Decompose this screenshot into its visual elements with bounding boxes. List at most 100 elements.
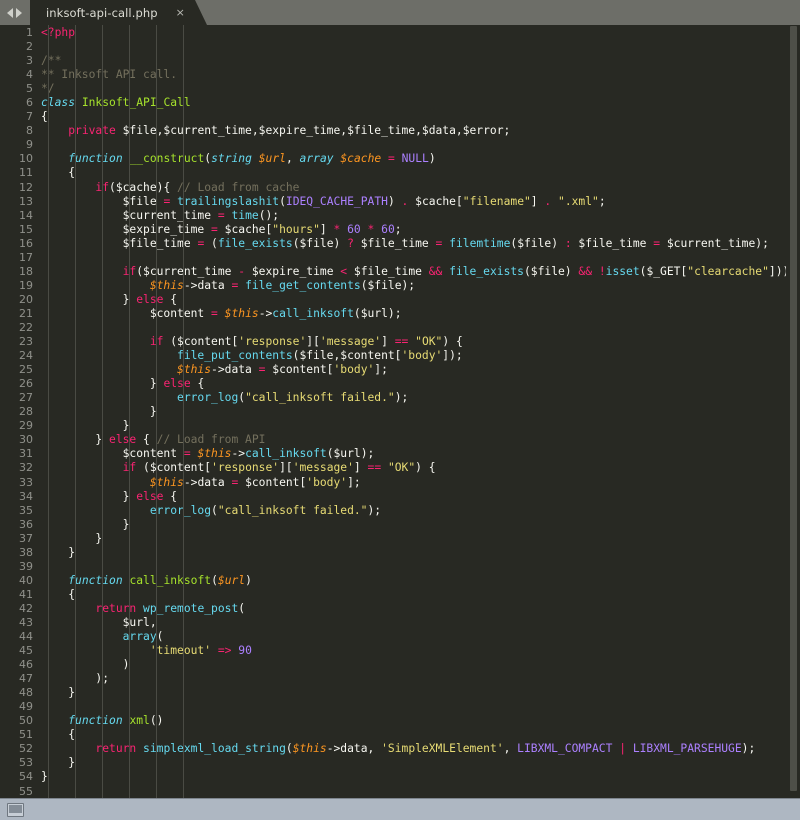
code-line[interactable]: 29 }: [0, 419, 800, 433]
code-line[interactable]: 21 $content = $this->call_inksoft($url);: [0, 307, 800, 321]
code-line[interactable]: 46 ): [0, 658, 800, 672]
code-line[interactable]: 52 return simplexml_load_string($this->d…: [0, 742, 800, 756]
close-icon[interactable]: ×: [176, 7, 185, 18]
code-line[interactable]: 30 } else { // Load from API: [0, 433, 800, 447]
code-line[interactable]: 16 $file_time = (file_exists($file) ? $f…: [0, 237, 800, 251]
code-line[interactable]: 38 }: [0, 546, 800, 560]
code-line[interactable]: 47 );: [0, 672, 800, 686]
code-line[interactable]: 32 if ($content['response']['message'] =…: [0, 461, 800, 475]
code-line[interactable]: 31 $content = $this->call_inksoft($url);: [0, 447, 800, 461]
code-line[interactable]: 12 if($cache){ // Load from cache: [0, 181, 800, 195]
token-param: $this: [197, 447, 232, 461]
code-line[interactable]: 35 error_log("call_inksoft failed.");: [0, 504, 800, 518]
line-number: 34: [19, 489, 33, 503]
code-line[interactable]: 36 }: [0, 518, 800, 532]
code-line[interactable]: 48 }: [0, 686, 800, 700]
token-plain: ($content[: [136, 461, 212, 475]
token-plain: ]: [353, 461, 368, 475]
code-line[interactable]: 8 private $file,$current_time,$expire_ti…: [0, 124, 800, 138]
code-line[interactable]: 53 }: [0, 756, 800, 770]
code-line[interactable]: 6 class Inksoft_API_Call: [0, 96, 800, 110]
tab-inksoft-api-call-php[interactable]: inksoft-api-call.php ×: [30, 0, 207, 25]
code-line[interactable]: 39: [0, 560, 800, 574]
code-line[interactable]: 4 ** Inksoft API call.: [0, 68, 800, 82]
code-line[interactable]: 33 $this->data = $content['body'];: [0, 476, 800, 490]
code-line[interactable]: 50 function xml(): [0, 714, 800, 728]
token-comment: // Load from API: [156, 433, 266, 447]
token-const: LIBXML_COMPACT: [517, 742, 613, 756]
code-line[interactable]: 20 } else {: [0, 293, 800, 307]
code-line[interactable]: 25 $this->data = $content['body'];: [0, 363, 800, 377]
code-line[interactable]: 9: [0, 138, 800, 152]
scrollbar-thumb[interactable]: [790, 26, 797, 792]
token-fn: call_inksoft: [272, 306, 354, 320]
token-plain: $url,: [41, 615, 157, 629]
code-line[interactable]: 44 array(: [0, 630, 800, 644]
line-content: [33, 700, 800, 714]
code-line[interactable]: 23 if ($content['response']['message'] =…: [0, 335, 800, 349]
code-line[interactable]: 18 if($current_time - $expire_time < $fi…: [0, 265, 800, 279]
code-line[interactable]: 40 function call_inksoft($url): [0, 574, 800, 588]
code-line[interactable]: 13 $file = trailingslashit(IDEQ_CACHE_PA…: [0, 195, 800, 209]
code-line[interactable]: 54}: [0, 770, 800, 784]
line-number: 47: [19, 672, 33, 686]
code-line[interactable]: 5*/: [0, 82, 800, 96]
code-line[interactable]: 14 $current_time = time();: [0, 209, 800, 223]
code-line[interactable]: 10 function __construct(string $url, arr…: [0, 152, 800, 166]
code-line[interactable]: 11 {: [0, 166, 800, 180]
triangle-right-icon[interactable]: [16, 7, 22, 18]
code-line[interactable]: 1 <?php: [0, 26, 800, 40]
line-content: $file_time = (file_exists($file) ? $file…: [33, 237, 800, 251]
token-plain: }: [41, 292, 137, 306]
line-number: 31: [19, 447, 33, 461]
code-line[interactable]: 22: [0, 321, 800, 335]
code-line[interactable]: 51 {: [0, 728, 800, 742]
line-number: 33: [19, 475, 33, 489]
code-lines[interactable]: 1<?php2 3/**4** Inksoft API call.5*/6cla…: [0, 25, 800, 798]
token-plain: ) {: [415, 461, 436, 475]
code-line[interactable]: 49: [0, 700, 800, 714]
code-line[interactable]: 7{: [0, 110, 800, 124]
triangle-left-icon[interactable]: [7, 7, 13, 18]
line-content: file_put_contents($file,$content['body']…: [33, 349, 800, 363]
indent-guide: [75, 25, 76, 798]
code-line[interactable]: 2: [0, 40, 800, 54]
token-plain: ->data,: [326, 742, 382, 756]
code-line[interactable]: 43 $url,: [0, 616, 800, 630]
code-line[interactable]: 55: [0, 785, 800, 798]
line-content: ): [33, 658, 800, 672]
window-icon[interactable]: [7, 802, 24, 817]
line-content: {: [33, 728, 800, 742]
vertical-scrollbar[interactable]: [786, 25, 800, 798]
token-const: IDEQ_CACHE_PATH: [285, 194, 388, 208]
code-line[interactable]: 27 error_log("call_inksoft failed.");: [0, 391, 800, 405]
token-kw: ?: [347, 236, 354, 250]
code-editor[interactable]: 1<?php2 3/**4** Inksoft API call.5*/6cla…: [0, 25, 800, 798]
token-plain: {: [163, 292, 178, 306]
code-line[interactable]: 15 $expire_time = $cache["hours"] * 60 *…: [0, 223, 800, 237]
code-line[interactable]: 45 'timeout' => 90: [0, 644, 800, 658]
code-line[interactable]: 24 file_put_contents($file,$content['bod…: [0, 349, 800, 363]
line-number: 2: [26, 40, 33, 54]
token-str: 'message': [292, 461, 354, 475]
line-number: 17: [19, 250, 33, 264]
code-line[interactable]: 28 }: [0, 405, 800, 419]
line-content: [33, 560, 800, 574]
code-line[interactable]: 19 $this->data = file_get_contents($file…: [0, 279, 800, 293]
token-plain: ][: [306, 335, 320, 349]
code-line[interactable]: 3 /**: [0, 54, 800, 68]
code-line[interactable]: 41 {: [0, 588, 800, 602]
line-number: 49: [19, 700, 33, 714]
line-number: 16: [19, 236, 33, 250]
code-line[interactable]: 42 return wp_remote_post(: [0, 602, 800, 616]
code-line[interactable]: 26 } else {: [0, 377, 800, 391]
code-line[interactable]: 34 } else {: [0, 490, 800, 504]
code-line[interactable]: 17: [0, 251, 800, 265]
code-line[interactable]: 37 }: [0, 532, 800, 546]
token-kw: =: [217, 208, 225, 222]
